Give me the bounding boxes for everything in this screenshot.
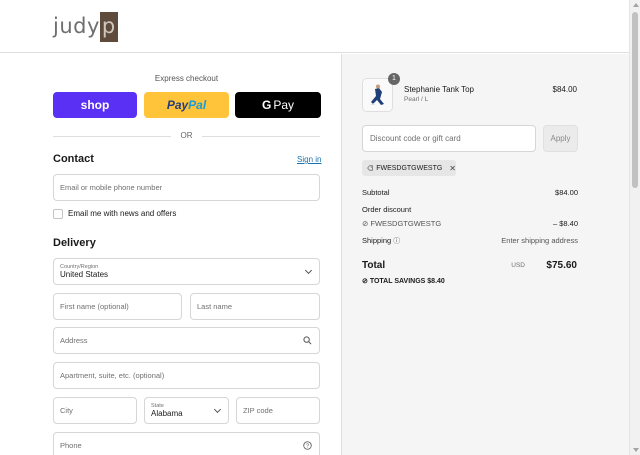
country-select[interactable]: Country/Region United States (53, 258, 320, 285)
discount-value: – $8.40 (552, 219, 578, 228)
scrollbar[interactable] (629, 0, 640, 455)
help-icon[interactable]: ? (303, 441, 312, 450)
chevron-down-icon (304, 266, 313, 275)
last-name-field[interactable]: Last name (190, 293, 320, 320)
subtotal-value: $84.00 (555, 188, 578, 197)
applied-discount-tag: FWESDGTGWESTG ✕ (362, 160, 456, 176)
discount-input[interactable]: Discount code or gift card (362, 125, 536, 152)
contact-heading: Contact (53, 153, 94, 165)
shipping-value: Enter shipping address (501, 236, 578, 245)
scroll-thumb[interactable] (632, 12, 638, 188)
brand-logo[interactable]: judyp (53, 12, 118, 42)
search-icon (303, 336, 312, 345)
product-name: Stephanie Tank Top (404, 85, 474, 94)
discount-placeholder: Discount code or gift card (370, 134, 461, 143)
chevron-down-icon (213, 405, 222, 414)
google-pay-label: Pay (273, 98, 295, 112)
address-field[interactable]: Address (53, 327, 320, 354)
tag-icon: ⊘ (362, 219, 369, 228)
checkout-form: Express checkout shop Pay Pal G Pay OR Con… (0, 54, 341, 455)
first-name-placeholder: First name (optional) (60, 302, 129, 311)
scroll-down-icon[interactable] (633, 448, 639, 452)
state-value: Alabama (151, 409, 183, 418)
tag-icon (367, 165, 373, 171)
product-price: $84.00 (552, 85, 577, 94)
product-variant: Pearl / L (404, 96, 429, 103)
savings-label: TOTAL SAVINGS (369, 278, 426, 285)
scroll-up-icon[interactable] (633, 3, 639, 7)
delivery-heading: Delivery (53, 237, 96, 249)
google-g-icon: G (261, 98, 272, 112)
sign-in-link[interactable]: Sign in (297, 155, 321, 164)
apply-button[interactable]: Apply (543, 125, 578, 152)
remove-discount-icon[interactable]: ✕ (449, 164, 456, 173)
total-value: $75.60 (546, 260, 577, 271)
paypal-pay-text: Pay (166, 98, 189, 112)
zip-placeholder: ZIP code (243, 406, 273, 415)
total-savings: ⊘ TOTAL SAVINGS $8.40 (362, 277, 445, 285)
apartment-placeholder: Apartment, suite, etc. (optional) (60, 371, 165, 380)
apartment-field[interactable]: Apartment, suite, etc. (optional) (53, 362, 320, 389)
express-checkout-title: Express checkout (154, 74, 219, 83)
shop-pay-button[interactable]: shop (53, 92, 137, 118)
currency-code: USD (511, 262, 525, 269)
phone-placeholder: Phone (60, 441, 82, 450)
logo-box-letter: p (99, 12, 118, 42)
order-discount-label: Order discount (362, 205, 412, 214)
order-summary: 1 Stephanie Tank Top Pearl / L $84.00 Di… (341, 54, 629, 455)
shipping-row: Shipping ⓘ Enter shipping address (362, 236, 578, 246)
city-field[interactable]: City (53, 397, 137, 424)
product-thumbnail (362, 78, 393, 112)
order-discount-row: Order discount (362, 205, 578, 214)
header: judyp (0, 0, 629, 53)
tag-icon: ⊘ (362, 278, 368, 285)
help-icon[interactable]: ⓘ (393, 238, 400, 245)
paypal-button[interactable]: Pay Pal (144, 92, 229, 118)
phone-field[interactable]: Phone ? (53, 432, 320, 455)
zip-field[interactable]: ZIP code (236, 397, 320, 424)
news-checkbox[interactable] (53, 209, 63, 219)
email-placeholder: Email or mobile phone number (60, 183, 163, 192)
product-image-icon (363, 79, 392, 111)
discount-code-text: FWESDGTGWESTG (370, 219, 442, 228)
address-placeholder: Address (60, 336, 88, 345)
news-checkbox-label: Email me with news and offers (68, 209, 177, 218)
shop-pay-label: shop (80, 98, 110, 112)
applied-code-text: FWESDGTGWESTG (376, 164, 443, 172)
last-name-placeholder: Last name (197, 302, 233, 311)
quantity-badge: 1 (388, 73, 400, 85)
country-value: United States (60, 270, 109, 279)
logo-text: judy (53, 14, 100, 38)
subtotal-row: Subtotal $84.00 (362, 188, 578, 197)
or-divider: OR (53, 131, 320, 141)
google-pay-button[interactable]: G Pay (235, 92, 321, 118)
discount-code-row: ⊘ FWESDGTGWESTG – $8.40 (362, 219, 578, 228)
divider-line-right (202, 136, 320, 137)
paypal-pal-text: Pal (188, 98, 207, 112)
shipping-label: Shipping (362, 236, 392, 245)
subtotal-label: Subtotal (362, 188, 390, 197)
first-name-field[interactable]: First name (optional) (53, 293, 182, 320)
city-placeholder: City (60, 406, 73, 415)
state-select[interactable]: State Alabama (144, 397, 229, 424)
email-field[interactable]: Email or mobile phone number (53, 174, 320, 201)
savings-value: $8.40 (427, 278, 445, 285)
